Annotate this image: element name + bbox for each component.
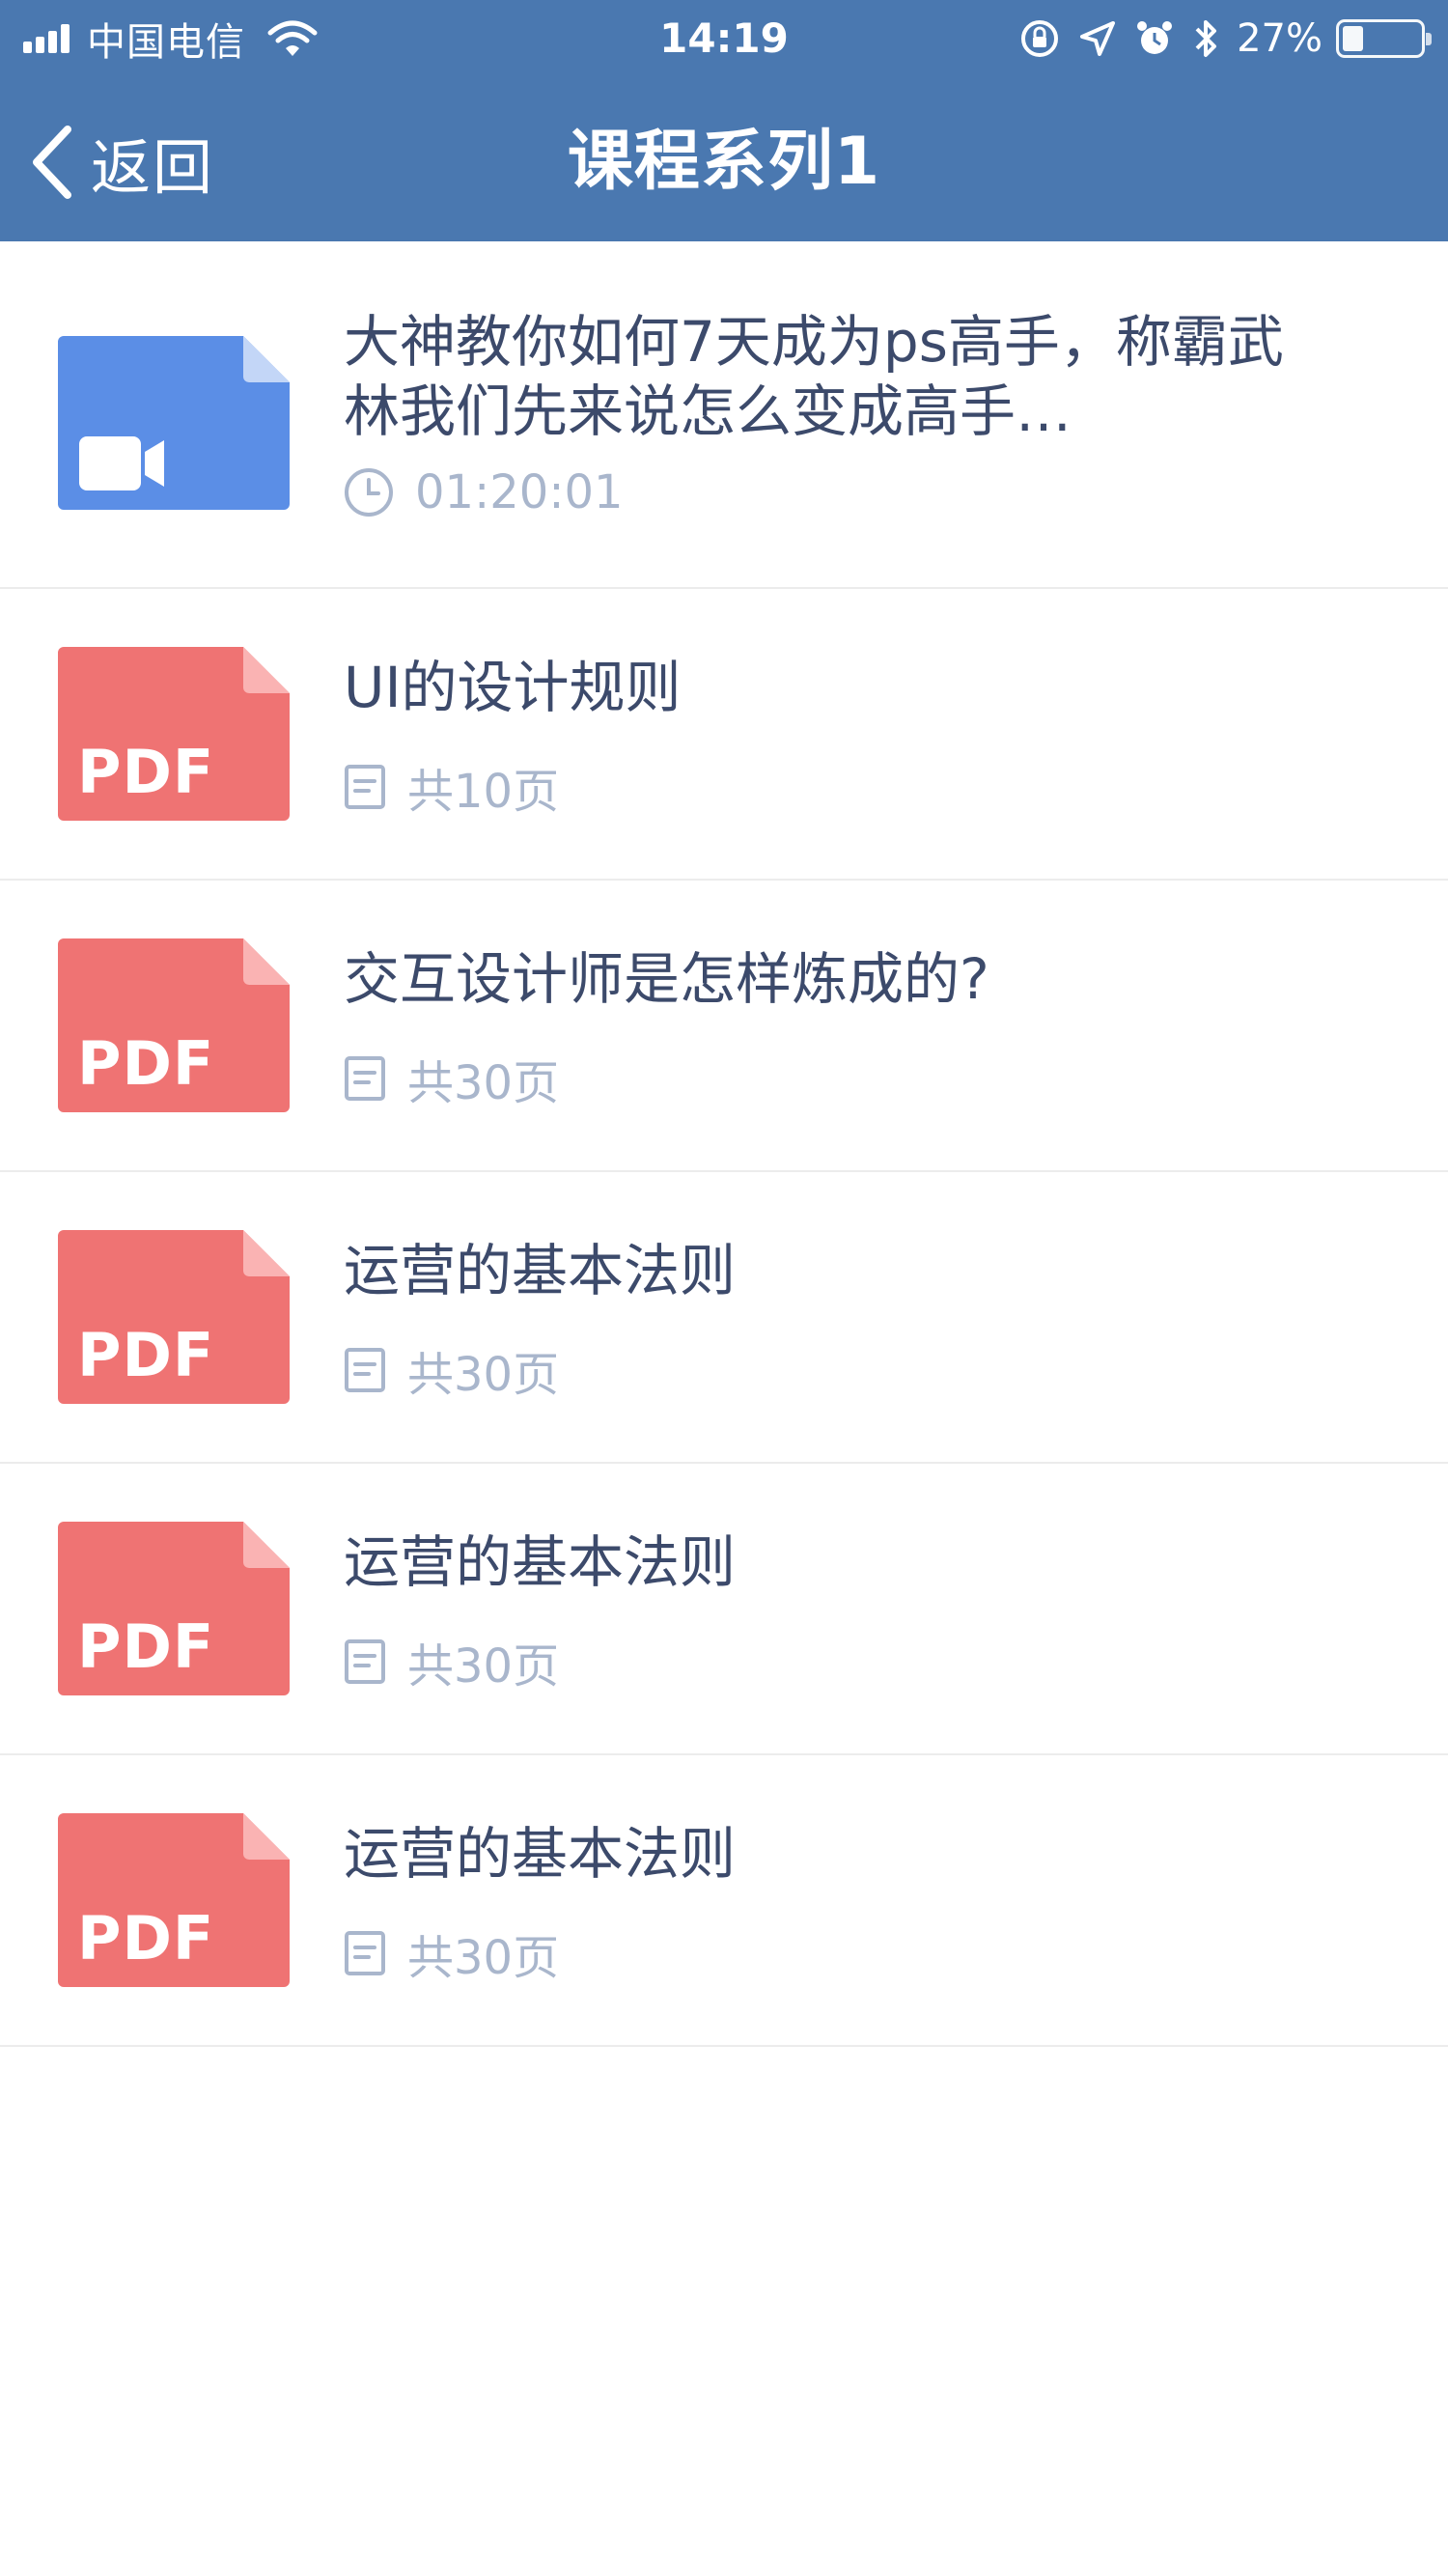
item-title: 运营的基本法则 xyxy=(344,1529,737,1595)
alarm-icon xyxy=(1137,21,1173,54)
location-arrow-icon xyxy=(1080,21,1116,56)
page-count: 共30页 xyxy=(407,1348,560,1402)
document-page-icon xyxy=(345,1639,385,1684)
item-title: 交互设计师是怎样炼成的? xyxy=(344,946,989,1012)
pdf-file-icon: PDF xyxy=(58,1813,290,1987)
pdf-label: PDF xyxy=(77,1903,215,1974)
pdf-file-icon: PDF xyxy=(58,1522,290,1695)
header: 中国电信 14:19 27% 返回 课程系列1 xyxy=(0,0,1448,241)
battery-icon xyxy=(1336,19,1432,58)
item-title: 运营的基本法则 xyxy=(344,1238,737,1303)
item-title: UI的设计规则 xyxy=(344,655,682,720)
video-duration: 01:20:01 xyxy=(415,465,624,519)
pdf-file-icon: PDF xyxy=(58,647,290,821)
item-meta: 共30页 xyxy=(344,1628,559,1695)
item-meta: 共10页 xyxy=(344,753,559,821)
list-item[interactable]: 大神教你如何7天成为ps高手，称霸武林我们先来说怎么变成高手… 01:20:01 xyxy=(0,241,1448,589)
orientation-lock-icon xyxy=(1021,20,1059,57)
list-item[interactable]: PDF 运营的基本法则 共30页 xyxy=(0,1755,1448,2047)
list-item[interactable]: PDF 运营的基本法则 共30页 xyxy=(0,1464,1448,1755)
status-right: 27% xyxy=(1001,14,1432,64)
course-list: 大神教你如何7天成为ps高手，称霸武林我们先来说怎么变成高手… 01:20:01… xyxy=(0,241,1448,2047)
page-title: 课程系列1 xyxy=(567,124,881,200)
bluetooth-icon xyxy=(1195,20,1217,57)
nav-bar: 返回 课程系列1 xyxy=(0,77,1448,241)
pdf-label: PDF xyxy=(77,1320,215,1390)
video-camera-icon xyxy=(58,336,290,510)
list-item[interactable]: PDF UI的设计规则 共10页 xyxy=(0,589,1448,881)
page-count: 共30页 xyxy=(407,1056,560,1110)
item-title: 大神教你如何7天成为ps高手，称霸武林我们先来说怎么变成高手… xyxy=(344,309,1284,444)
battery-percent: 27% xyxy=(1237,16,1323,61)
document-page-icon xyxy=(345,1056,385,1101)
document-page-icon xyxy=(345,1348,385,1392)
page-count: 共30页 xyxy=(407,1639,560,1694)
item-meta: 共30页 xyxy=(344,1919,559,1987)
item-meta: 共30页 xyxy=(344,1336,559,1404)
pdf-file-icon: PDF xyxy=(58,938,290,1112)
document-page-icon xyxy=(345,1931,385,1975)
list-item[interactable]: PDF 交互设计师是怎样炼成的? 共30页 xyxy=(0,881,1448,1172)
page-count: 共30页 xyxy=(407,1931,560,1985)
document-page-icon xyxy=(345,765,385,809)
item-meta: 共30页 xyxy=(344,1045,559,1112)
list-item[interactable]: PDF 运营的基本法则 共30页 xyxy=(0,1172,1448,1464)
pdf-file-icon: PDF xyxy=(58,1230,290,1404)
clock-icon xyxy=(345,468,393,517)
pdf-label: PDF xyxy=(77,1611,215,1682)
item-meta: 01:20:01 xyxy=(344,465,624,519)
page-count: 共10页 xyxy=(407,765,560,819)
pdf-label: PDF xyxy=(77,1028,215,1099)
pdf-label: PDF xyxy=(77,737,215,807)
status-bar: 中国电信 14:19 27% xyxy=(0,0,1448,77)
item-title: 运营的基本法则 xyxy=(344,1821,737,1887)
